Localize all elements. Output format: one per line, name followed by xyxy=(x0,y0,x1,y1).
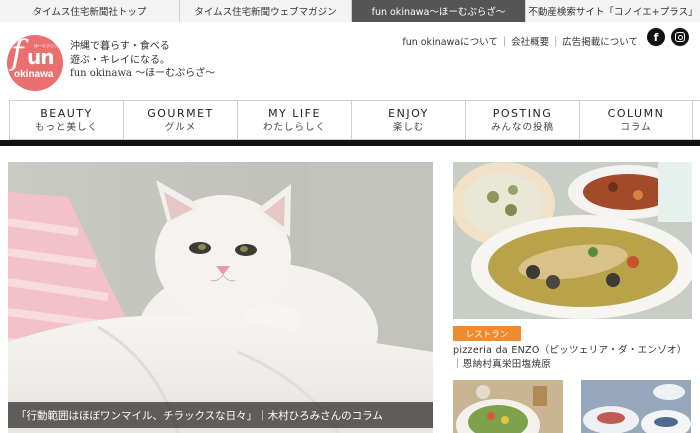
nav-about-link[interactable]: fun okinawaについて xyxy=(402,34,498,48)
header-divider xyxy=(0,140,700,146)
tab-fun-okinawa[interactable]: fun okinawa～ほーむぷらざ～ xyxy=(352,0,526,22)
thumbnail-image[interactable] xyxy=(453,380,563,433)
category-enjoy[interactable]: ENJOY 楽しむ xyxy=(351,101,465,140)
category-enjoy-en: ENJOY xyxy=(388,107,429,120)
food-photo xyxy=(453,162,692,319)
site-logo[interactable]: f un ほーむぷらざ okinawa xyxy=(7,35,63,91)
instagram-glyph xyxy=(675,32,685,42)
tagline-line-2: 遊ぶ・キレイになる。 xyxy=(70,54,170,66)
category-posting-en: POSTING xyxy=(492,107,553,120)
category-my-life-jp: わたしらしく xyxy=(262,122,326,133)
category-beauty[interactable]: BEAUTY もっと美しく xyxy=(9,101,123,140)
side-article-title[interactable]: pizzeria da ENZO（ピッツェリア・ダ・エンゾオ）｜恩納村真栄田塩焼… xyxy=(453,344,692,372)
facebook-icon[interactable]: f xyxy=(647,28,665,46)
tab-times-top[interactable]: タイムス住宅新聞社トップ xyxy=(0,0,180,22)
category-column-jp: コラム xyxy=(620,122,652,133)
tab-web-magazine[interactable]: タイムス住宅新聞ウェブマガジン xyxy=(180,0,352,22)
site-tagline: 沖縄で暮らす・食べる 遊ぶ・キレイになる。 fun okinawa ～ほーむぷら… xyxy=(70,40,215,81)
dessert-photo xyxy=(581,380,691,433)
category-my-life[interactable]: MY LIFE わたしらしく xyxy=(237,101,351,140)
site-switcher-bar: タイムス住宅新聞社トップ タイムス住宅新聞ウェブマガジン fun okinawa… xyxy=(0,0,700,22)
category-posting[interactable]: POSTING みんなの投稿 xyxy=(465,101,579,140)
logo-letter-f: f xyxy=(11,35,24,73)
hero-article-image[interactable] xyxy=(8,162,433,433)
category-enjoy-jp: 楽しむ xyxy=(392,122,425,133)
tab-konoie-plus[interactable]: 不動産検索サイト「コノイエ+プラス」 xyxy=(526,0,700,22)
logo-kana: ほーむぷらざ xyxy=(34,43,58,48)
hero-cat-photo xyxy=(8,162,433,433)
category-gourmet-en: GOURMET xyxy=(147,107,214,120)
salad-photo xyxy=(453,380,563,433)
nav-separator: | xyxy=(554,35,558,47)
nav-separator: | xyxy=(502,35,507,47)
category-posting-jp: みんなの投稿 xyxy=(490,122,554,133)
facebook-glyph: f xyxy=(653,30,659,44)
category-my-life-en: MY LIFE xyxy=(268,107,321,120)
side-article-image[interactable] xyxy=(453,162,692,319)
category-gourmet[interactable]: GOURMET グルメ xyxy=(123,101,237,140)
nav-advertising-link[interactable]: 広告掲載について xyxy=(562,34,638,48)
category-nav: BEAUTY もっと美しく GOURMET グルメ MY LIFE わたしらしく… xyxy=(9,100,700,140)
category-column-en: COLUMN xyxy=(607,107,665,120)
category-beauty-en: BEAUTY xyxy=(40,107,93,120)
header-nav: fun okinawaについて | 会社概要 | 広告掲載について xyxy=(402,34,638,49)
hero-caption[interactable]: 「行動範囲はほぼワンマイル、チラックスな日々」｜木村ひろみさんのコラム xyxy=(8,402,433,428)
category-gourmet-jp: グルメ xyxy=(164,122,197,133)
nav-company-link[interactable]: 会社概要 xyxy=(511,34,549,48)
category-beauty-jp: もっと美しく xyxy=(34,122,98,133)
logo-okinawa: okinawa xyxy=(14,69,54,80)
category-column[interactable]: COLUMN コラム xyxy=(579,101,693,140)
tagline-line-1: 沖縄で暮らす・食べる xyxy=(70,41,170,52)
thumbnail-image[interactable] xyxy=(581,380,691,433)
category-badge[interactable]: レストラン xyxy=(453,326,521,341)
instagram-icon[interactable] xyxy=(671,28,689,46)
tagline-line-3: fun okinawa ～ほーむぷらざ～ xyxy=(70,68,216,79)
